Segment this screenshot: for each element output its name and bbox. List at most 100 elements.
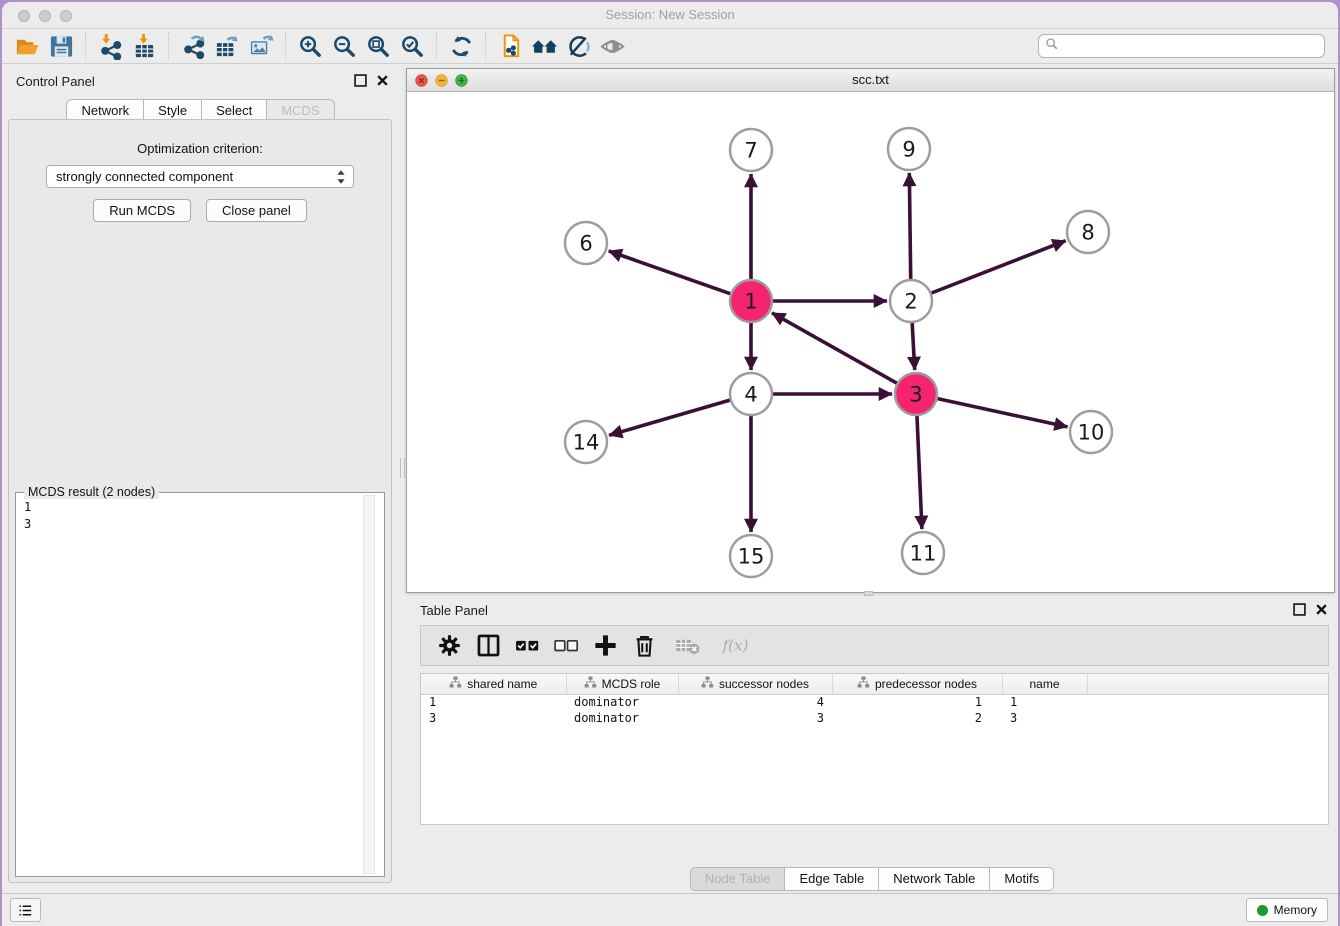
edge-4-14[interactable]	[609, 400, 730, 435]
network-window-controls	[415, 74, 468, 92]
table-row-1[interactable]: 1dominator411	[421, 694, 1328, 710]
close-view-button[interactable]	[415, 74, 428, 92]
network-overview-button[interactable]	[527, 30, 561, 62]
hide-graphics-details-icon	[565, 33, 592, 60]
column-header-successor-nodes[interactable]: successor nodes	[678, 674, 832, 694]
tab-node-table[interactable]: Node Table	[690, 867, 786, 891]
hide-graphics-details-button[interactable]	[561, 30, 595, 62]
column-header-MCDS-role[interactable]: MCDS role	[566, 674, 678, 694]
zoom-selected-icon	[399, 33, 426, 60]
memory-status-icon	[1257, 905, 1268, 916]
zoom-out-icon	[331, 33, 358, 60]
cell-successor-nodes[interactable]: 3	[678, 710, 832, 726]
import-table-icon	[131, 33, 158, 60]
minimize-view-button[interactable]	[435, 74, 448, 92]
network-canvas[interactable]: 7968124314101511	[407, 93, 1334, 592]
delete-columns-button[interactable]	[628, 630, 660, 662]
cell-filler	[1087, 710, 1328, 726]
export-network-icon	[180, 33, 207, 60]
edge-1-6[interactable]	[609, 251, 731, 294]
create-column-button[interactable]	[589, 630, 621, 662]
zoom-out-button[interactable]	[327, 30, 361, 62]
cell-predecessor-nodes[interactable]: 1	[832, 694, 1002, 710]
save-session-button[interactable]	[44, 30, 78, 62]
table-row-2[interactable]: 3dominator323	[421, 710, 1328, 726]
float-panel-icon[interactable]	[1293, 603, 1306, 616]
result-scrollbar[interactable]	[363, 495, 375, 874]
cell-MCDS-role[interactable]: dominator	[566, 710, 678, 726]
node-label-14: 14	[573, 431, 600, 455]
status-bar: Memory	[2, 893, 1338, 926]
refresh-layout-button[interactable]	[444, 30, 478, 62]
cell-successor-nodes[interactable]: 4	[678, 694, 832, 710]
edge-2-9[interactable]	[909, 173, 910, 279]
zoom-fit-content-button[interactable]	[361, 30, 395, 62]
toolbar-separator	[485, 32, 486, 60]
network-window-titlebar[interactable]: scc.txt	[407, 69, 1334, 92]
column-header-predecessor-nodes[interactable]: predecessor nodes	[832, 674, 1002, 694]
toolbar-separator	[85, 32, 86, 60]
select-all-columns-button[interactable]	[511, 630, 543, 662]
node-label-2: 2	[904, 290, 917, 314]
cell-MCDS-role[interactable]: dominator	[566, 694, 678, 710]
tab-edge-table[interactable]: Edge Table	[784, 867, 879, 891]
table-panel-title: Table Panel	[420, 603, 488, 618]
import-network-button[interactable]	[93, 30, 127, 62]
zoom-fit-content-icon	[365, 33, 392, 60]
minimize-window-button[interactable]	[39, 10, 51, 22]
node-label-1: 1	[744, 290, 757, 314]
float-panel-icon[interactable]	[354, 74, 367, 87]
attribute-tree-icon	[584, 676, 597, 691]
import-table-button[interactable]	[127, 30, 161, 62]
criterion-select[interactable]: strongly connected component	[46, 165, 354, 188]
search-input[interactable]	[1059, 36, 1324, 56]
close-panel-button[interactable]: Close panel	[206, 199, 307, 222]
mcds-result-text[interactable]: 1 3	[16, 493, 384, 539]
column-header-name[interactable]: name	[1002, 674, 1087, 694]
birds-eye-view-button[interactable]	[595, 30, 629, 62]
column-label: predecessor nodes	[875, 677, 977, 691]
edge-3-1[interactable]	[772, 313, 897, 383]
node-label-11: 11	[910, 542, 937, 566]
cell-predecessor-nodes[interactable]: 2	[832, 710, 1002, 726]
close-window-button[interactable]	[18, 10, 30, 22]
cell-shared-name[interactable]: 1	[421, 694, 566, 710]
search-field[interactable]	[1038, 34, 1325, 58]
horizontal-splitter-handle[interactable]	[864, 591, 873, 596]
zoom-selected-button[interactable]	[395, 30, 429, 62]
maximize-view-button[interactable]	[455, 74, 468, 92]
close-panel-icon[interactable]	[376, 74, 389, 87]
edge-3-10[interactable]	[937, 399, 1067, 427]
zoom-in-icon	[297, 33, 324, 60]
apply-preferred-layout-button[interactable]	[493, 30, 527, 62]
export-image-button[interactable]	[244, 30, 278, 62]
column-header-shared-name[interactable]: shared name	[421, 674, 566, 694]
table-settings-button[interactable]	[433, 630, 465, 662]
toolbar-separator	[168, 32, 169, 60]
column-label: successor nodes	[719, 677, 809, 691]
vertical-splitter-handle[interactable]	[400, 458, 405, 478]
cell-name[interactable]: 3	[1002, 710, 1087, 726]
tab-network-table[interactable]: Network Table	[878, 867, 990, 891]
node-label-3: 3	[909, 383, 922, 407]
edge-3-11[interactable]	[917, 416, 922, 529]
tab-motifs[interactable]: Motifs	[989, 867, 1054, 891]
export-table-button[interactable]	[210, 30, 244, 62]
cell-shared-name[interactable]: 3	[421, 710, 566, 726]
export-network-button[interactable]	[176, 30, 210, 62]
edge-2-8[interactable]	[931, 241, 1065, 293]
cell-name[interactable]: 1	[1002, 694, 1087, 710]
memory-label: Memory	[1274, 903, 1317, 917]
show-columns-button[interactable]	[472, 630, 504, 662]
close-panel-icon[interactable]	[1315, 603, 1328, 616]
memory-button[interactable]: Memory	[1246, 898, 1328, 922]
zoom-in-button[interactable]	[293, 30, 327, 62]
unselect-all-columns-button[interactable]	[550, 630, 582, 662]
zoom-window-button[interactable]	[60, 10, 72, 22]
run-mcds-button[interactable]: Run MCDS	[93, 199, 191, 222]
app-titlebar: Session: New Session	[2, 2, 1338, 29]
node-label-7: 7	[744, 139, 757, 163]
open-session-button[interactable]	[10, 30, 44, 62]
task-history-button[interactable]	[10, 898, 41, 922]
edge-2-3[interactable]	[912, 323, 915, 370]
